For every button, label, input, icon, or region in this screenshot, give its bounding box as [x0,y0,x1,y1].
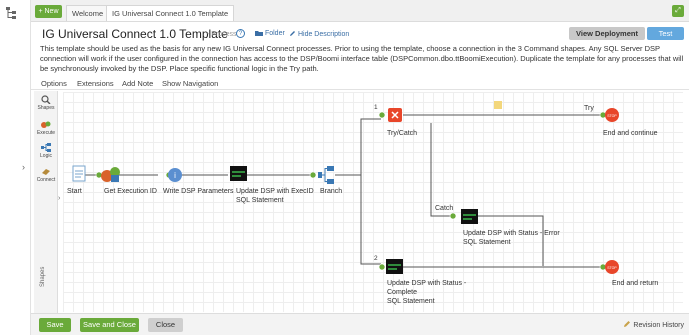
menu-extensions[interactable]: Extensions [77,79,114,88]
hide-description-label: Hide Description [297,31,350,38]
tab-process-template[interactable]: IG Universal Connect 1.0 Template [106,5,235,21]
logic-icon [41,143,51,152]
update-complete-line2: Complete [387,289,417,296]
update-dsp-execid-line1: Update DSP with ExecID [236,188,314,195]
try-catch-label: Try/Catch [387,130,418,137]
test-button[interactable]: Test [647,27,684,40]
try-catch-shape-icon[interactable] [388,108,402,122]
folder-icon [255,31,263,36]
folder-link[interactable]: Folder [255,30,285,37]
update-error-line1: Update DSP with Status - Error [463,230,560,237]
note-marker[interactable] [494,101,502,109]
menu-show-navigation[interactable]: Show Navigation [162,79,218,88]
hide-description-link[interactable]: Hide Description [289,30,349,38]
command-shape-error-icon[interactable] [461,209,478,224]
footer-bar: Save Save and Close Close Revision Histo… [31,313,689,335]
component-tree-icon[interactable] [6,7,20,19]
end-return-label: End and return [612,280,659,287]
update-dsp-execid-line2: SQL Statement [236,197,284,204]
palette-logic[interactable]: Logic [34,143,58,159]
command-shape-complete-icon[interactable] [386,259,403,274]
palette-shapes[interactable]: Shapes [34,95,58,111]
palette-execute[interactable]: Execute [34,120,58,136]
pencil-icon [624,321,631,327]
palette-execute-label: Execute [36,130,56,136]
palette-shapes-label: Shapes [37,105,55,111]
save-and-close-button[interactable]: Save and Close [80,318,139,332]
palette-collapse-icon[interactable]: › [58,195,60,202]
revision-history-link[interactable]: Revision History [623,320,684,329]
path-1-label: 1 [374,104,378,111]
update-error-line2: SQL Statement [463,239,511,246]
expand-panel-icon[interactable]: › [22,162,25,172]
palette-logic-label: Logic [40,153,52,159]
connect-icon [42,169,50,175]
tab-bar: + New Welcome IG Universal Connect 1.0 T… [31,0,689,22]
pencil-icon [290,31,295,36]
process-connectors: i STOP STOP [72,101,619,274]
help-icon[interactable]: ? [236,29,245,38]
close-button[interactable]: Close [148,318,183,332]
save-button[interactable]: Save [39,318,71,332]
page-title: IG Universal Connect 1.0 Template [42,27,228,41]
update-complete-line1: Update DSP with Status - [387,280,467,287]
palette-vertical-label: Shapes [40,266,46,287]
svg-text:i: i [174,171,176,180]
command-shape-icon[interactable] [230,166,247,181]
canvas-menu-bar: Options Extensions Add Note Show Navigat… [31,79,689,90]
revision-history-label: Revision History [633,322,684,329]
map-shape-icon[interactable] [101,167,120,182]
process-type-label: - Process [207,31,237,38]
update-complete-label: Update DSP with Status - Complete SQL St… [387,279,466,306]
update-dsp-execid-label: Update DSP with ExecID SQL Statement [236,187,316,205]
start-shape-icon[interactable] [72,165,86,182]
try-path-label: Try [584,105,594,112]
palette-connect[interactable]: Connect [34,167,58,183]
stop-return-icon[interactable]: STOP [605,260,619,274]
folder-label: Folder [264,30,285,37]
maximize-icon[interactable]: ⤢ [672,5,684,17]
update-error-label: Update DSP with Status - Error SQL State… [463,229,560,247]
set-properties-shape-icon[interactable]: i [168,168,182,182]
palette-connect-label: Connect [36,177,56,183]
branch-label: Branch [320,188,343,195]
execute-icon [41,121,51,128]
process-header: IG Universal Connect 1.0 Template - Proc… [31,22,689,78]
shapes-palette: Shapes Execute Logic Connect Shapes [34,91,58,313]
process-description: This template should be used as the basi… [40,44,684,73]
end-continue-label: End and continue [603,130,658,137]
menu-options[interactable]: Options [41,79,67,88]
menu-add-note[interactable]: Add Note [122,79,153,88]
new-button[interactable]: + New [35,5,62,18]
stop-continue-text: STOP [607,114,617,118]
write-dsp-parameters-label: Write DSP Parameters [163,188,234,195]
tab-welcome[interactable]: Welcome [66,5,110,21]
magnifier-icon [41,95,51,104]
stop-continue-icon[interactable]: STOP [605,108,619,122]
view-deployment-button[interactable]: View Deployment [569,27,645,40]
stop-return-text: STOP [607,266,617,270]
start-label: Start [67,188,82,195]
left-nav-strip: › [0,0,31,335]
process-canvas[interactable]: i STOP STOP Start Get Execution ID Write… [63,92,683,312]
get-execution-id-label: Get Execution ID [104,188,157,195]
branch-shape-icon[interactable] [318,166,334,184]
path-2-label: 2 [374,255,378,262]
catch-path-label: Catch [435,205,454,212]
update-complete-line3: SQL Statement [387,298,435,305]
